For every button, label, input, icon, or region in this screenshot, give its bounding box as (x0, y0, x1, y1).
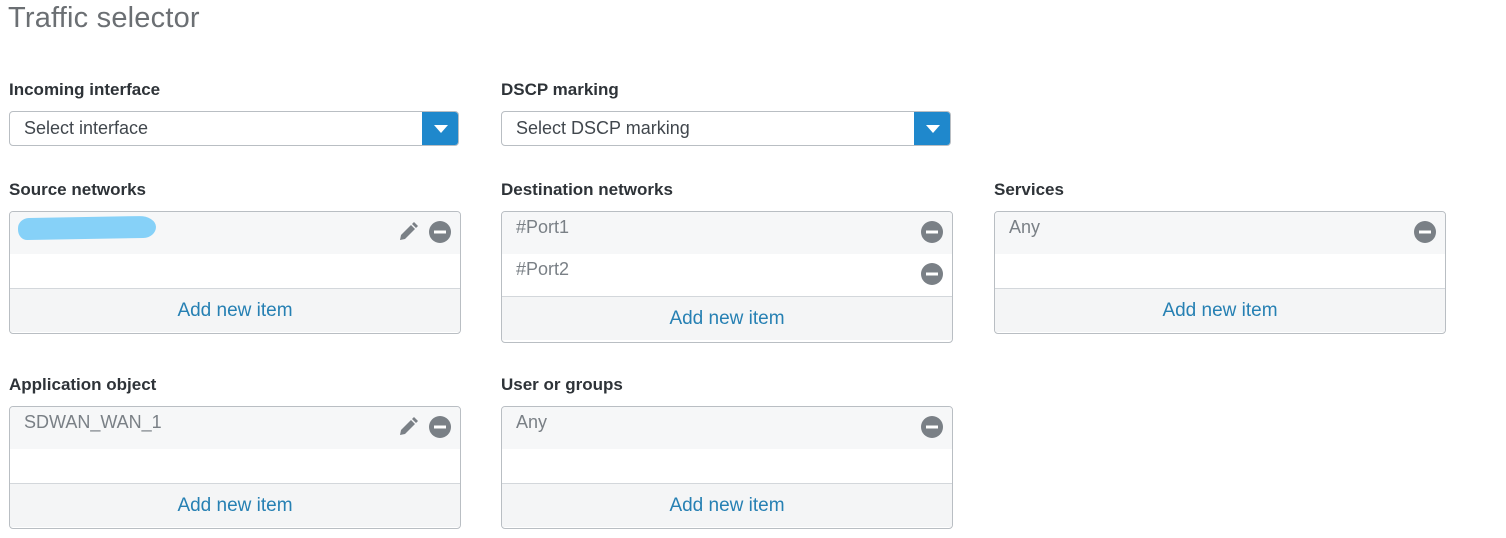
services-list: Any Add new item (994, 211, 1446, 334)
source-networks-label: Source networks (9, 180, 146, 199)
empty-row (502, 449, 952, 483)
empty-row (10, 449, 460, 483)
add-new-item-row: Add new item (10, 483, 460, 527)
incoming-interface-select[interactable]: Select interface (9, 111, 459, 146)
user-or-groups-label: User or groups (501, 375, 623, 394)
dscp-marking-value: Select DSCP marking (516, 118, 690, 138)
remove-icon[interactable] (920, 220, 944, 244)
chevron-down-icon[interactable] (422, 112, 458, 145)
list-item-label: #Port1 (516, 217, 570, 237)
empty-row (10, 254, 460, 288)
list-item: Any (502, 407, 952, 449)
remove-icon[interactable] (428, 415, 452, 439)
services-label: Services (994, 180, 1064, 199)
remove-icon[interactable] (920, 262, 944, 286)
list-item-label: Any (1009, 217, 1041, 237)
pencil-icon[interactable] (396, 415, 420, 439)
list-item: Any (995, 212, 1445, 254)
list-item-label: #Port2 (516, 259, 570, 279)
add-new-item-link[interactable]: Add new item (177, 495, 292, 517)
application-object-label: Application object (9, 375, 157, 394)
list-item-label: Any (516, 412, 548, 432)
remove-icon[interactable] (920, 415, 944, 439)
application-object-list: SDWAN_WAN_1 Add new item (9, 406, 461, 529)
incoming-interface-label: Incoming interface (9, 80, 161, 99)
destination-networks-list: #Port1 #Port2 Add new item (501, 211, 953, 343)
empty-row (995, 254, 1445, 288)
list-item-label: SDWAN_WAN_1 (24, 412, 162, 432)
incoming-interface-value: Select interface (24, 118, 149, 138)
dscp-marking-select[interactable]: Select DSCP marking (501, 111, 951, 146)
add-new-item-link[interactable]: Add new item (177, 300, 292, 322)
add-new-item-row: Add new item (502, 483, 952, 527)
page-title: Traffic selector (8, 2, 200, 34)
list-item: #Port1 (502, 212, 952, 254)
remove-icon[interactable] (428, 220, 452, 244)
chevron-down-icon[interactable] (914, 112, 950, 145)
add-new-item-link[interactable]: Add new item (669, 308, 784, 330)
remove-icon[interactable] (1413, 220, 1437, 244)
destination-networks-label: Destination networks (501, 180, 673, 199)
user-or-groups-list: Any Add new item (501, 406, 953, 529)
dscp-marking-label: DSCP marking (501, 80, 619, 99)
list-item: SDWAN_WAN_1 (10, 407, 460, 449)
list-item: #Port2 (502, 254, 952, 296)
add-new-item-link[interactable]: Add new item (1162, 300, 1277, 322)
source-networks-list: Add new item (9, 211, 461, 334)
add-new-item-row: Add new item (10, 288, 460, 332)
add-new-item-row: Add new item (995, 288, 1445, 332)
list-item (10, 212, 460, 254)
redacted-value (17, 215, 157, 241)
pencil-icon[interactable] (396, 220, 420, 244)
add-new-item-link[interactable]: Add new item (669, 495, 784, 517)
add-new-item-row: Add new item (502, 296, 952, 340)
